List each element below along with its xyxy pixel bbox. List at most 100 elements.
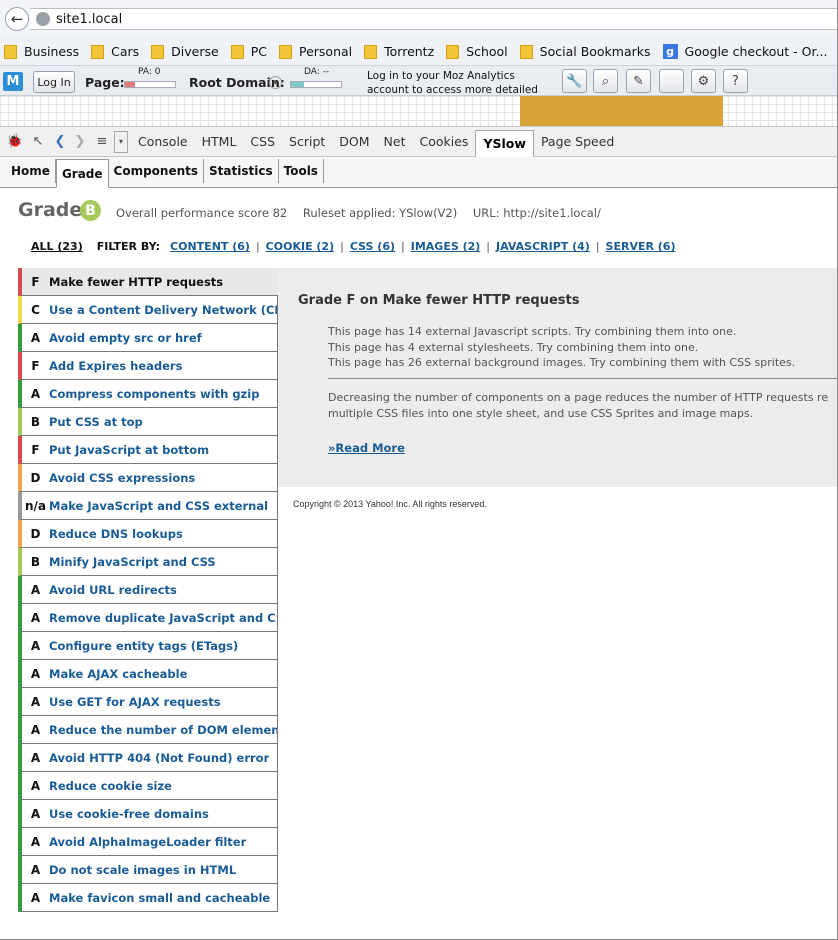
rule-row[interactable]: A Configure entity tags (ETags) [18, 632, 278, 660]
rule-row[interactable]: A Make favicon small and cacheable [18, 884, 278, 912]
rule-title[interactable]: Add Expires headers [49, 359, 182, 373]
rule-row[interactable]: A Reduce cookie size [18, 772, 278, 800]
bookmark-item[interactable]: Personal [278, 44, 352, 59]
help-icon[interactable]: ? [723, 69, 748, 93]
bookmark-item[interactable]: Diverse [151, 44, 219, 59]
rule-title[interactable]: Use cookie-free domains [49, 807, 209, 821]
rule-row[interactable]: A Use GET for AJAX requests [18, 688, 278, 716]
firebug-tab-html[interactable]: HTML [195, 130, 244, 154]
rule-title[interactable]: Minify JavaScript and CSS [49, 555, 216, 569]
rule-title[interactable]: Put CSS at top [49, 415, 143, 429]
bookmark-item[interactable]: Business [4, 44, 79, 59]
globe-icon [36, 12, 50, 26]
rule-row[interactable]: n/a Make JavaScript and CSS external [18, 492, 278, 520]
magnifier-icon[interactable]: ⌕ [593, 69, 618, 93]
rule-title[interactable]: Reduce the number of DOM elements [49, 723, 277, 737]
rule-title[interactable]: Reduce cookie size [49, 779, 172, 793]
rule-row[interactable]: A Make AJAX cacheable [18, 660, 278, 688]
rule-grade: A [30, 722, 41, 737]
rule-row[interactable]: A Compress components with gzip [18, 380, 278, 408]
rule-title[interactable]: Reduce DNS lookups [49, 527, 183, 541]
rule-title[interactable]: Use GET for AJAX requests [49, 695, 221, 709]
dropdown-icon[interactable]: ▾ [114, 130, 128, 153]
firebug-bug-icon[interactable]: 🐞 [4, 134, 26, 149]
firebug-tab-console[interactable]: Console [131, 130, 195, 154]
rule-title[interactable]: Make JavaScript and CSS external [49, 499, 268, 513]
filter-link[interactable]: JAVASCRIPT (4) [496, 240, 590, 253]
rule-title[interactable]: Make favicon small and cacheable [49, 891, 270, 905]
yslow-tab-components[interactable]: Components [109, 159, 205, 183]
filter-link[interactable]: CONTENT (6) [170, 240, 250, 253]
firebug-tab-net[interactable]: Net [377, 130, 413, 154]
rule-title[interactable]: Use a Content Delivery Network (CDN) [49, 303, 277, 317]
read-more-link[interactable]: »Read More [328, 441, 405, 455]
bookmark-item[interactable]: Social Bookmarks [519, 44, 651, 59]
firebug-tab-css[interactable]: CSS [243, 130, 282, 154]
filter-link[interactable]: CSS (6) [350, 240, 395, 253]
chevron-down-icon[interactable]: ▾ [269, 76, 282, 89]
firebug-tab-script[interactable]: Script [282, 130, 332, 154]
yslow-tab-statistics[interactable]: Statistics [204, 159, 279, 183]
rule-title[interactable]: Do not scale images in HTML [49, 863, 236, 877]
rule-row[interactable]: F Put JavaScript at bottom [18, 436, 278, 464]
back-button[interactable]: ← [5, 7, 29, 31]
filter-link[interactable]: SERVER (6) [606, 240, 676, 253]
rule-row[interactable]: A Reduce the number of DOM elements [18, 716, 278, 744]
rule-row[interactable]: A Avoid AlphaImageLoader filter [18, 828, 278, 856]
grade-badge: B [80, 200, 101, 221]
rule-title[interactable]: Avoid HTTP 404 (Not Found) error [49, 751, 269, 765]
gear-icon[interactable]: ⚙ [691, 69, 716, 93]
filter-link[interactable]: IMAGES (2) [411, 240, 481, 253]
yslow-tab-tools[interactable]: Tools [279, 159, 324, 183]
rule-row[interactable]: A Do not scale images in HTML [18, 856, 278, 884]
filter-link[interactable]: COOKIE (2) [266, 240, 334, 253]
rule-row[interactable]: D Reduce DNS lookups [18, 520, 278, 548]
firebug-tab-page-speed[interactable]: Page Speed [534, 130, 621, 154]
bookmark-label: Torrentz [384, 44, 435, 59]
rule-row[interactable]: D Avoid CSS expressions [18, 464, 278, 492]
inspect-icon[interactable]: ↖ [26, 134, 50, 149]
bookmark-item[interactable]: g Google checkout - Or... [662, 44, 827, 59]
pencil-icon[interactable]: ✎ [626, 69, 651, 93]
bookmark-item[interactable]: Torrentz [364, 44, 434, 59]
rule-title[interactable]: Compress components with gzip [49, 387, 259, 401]
yslow-tab-grade[interactable]: Grade [55, 159, 109, 188]
address-field[interactable]: site1.local [30, 8, 837, 30]
bookmark-item[interactable]: PC [230, 44, 267, 59]
firebug-tab-yslow[interactable]: YSlow [475, 129, 534, 157]
rule-title[interactable]: Avoid empty src or href [49, 331, 202, 345]
blank-icon[interactable] [659, 69, 684, 93]
forward-arrow-icon[interactable]: ❯ [70, 134, 90, 149]
rule-row[interactable]: A Avoid HTTP 404 (Not Found) error [18, 744, 278, 772]
back-arrow-icon[interactable]: ❮ [50, 134, 70, 149]
moz-logo-icon[interactable]: M [3, 72, 23, 91]
rule-row[interactable]: F Add Expires headers [18, 352, 278, 380]
login-button[interactable]: Log In [33, 71, 75, 93]
bookmark-item[interactable]: School [446, 44, 508, 59]
firebug-tab-dom[interactable]: DOM [332, 130, 376, 154]
url-text[interactable]: site1.local [56, 12, 122, 27]
menu-icon[interactable]: ≡ [90, 134, 114, 149]
rule-title[interactable]: Make AJAX cacheable [49, 667, 187, 681]
rule-row[interactable]: A Use cookie-free domains [18, 800, 278, 828]
rule-row[interactable]: A Avoid URL redirects [18, 576, 278, 604]
rule-title[interactable]: Avoid URL redirects [49, 583, 177, 597]
rule-row[interactable]: C Use a Content Delivery Network (CDN) [18, 296, 278, 324]
rule-title[interactable]: Make fewer HTTP requests [49, 275, 223, 289]
firebug-tab-cookies[interactable]: Cookies [413, 130, 476, 154]
rule-row[interactable]: F Make fewer HTTP requests [18, 268, 278, 296]
rule-title[interactable]: Put JavaScript at bottom [49, 443, 209, 457]
rule-row[interactable]: A Remove duplicate JavaScript and CSS [18, 604, 278, 632]
rule-grade: D [30, 470, 41, 485]
filter-all[interactable]: ALL (23) [31, 240, 83, 253]
wrench-icon[interactable]: 🔧 [562, 69, 587, 93]
rule-row[interactable]: A Avoid empty src or href [18, 324, 278, 352]
rule-title[interactable]: Avoid CSS expressions [49, 471, 195, 485]
rule-title[interactable]: Configure entity tags (ETags) [49, 639, 238, 653]
rule-row[interactable]: B Put CSS at top [18, 408, 278, 436]
rule-title[interactable]: Remove duplicate JavaScript and CSS [49, 611, 277, 625]
rule-row[interactable]: B Minify JavaScript and CSS [18, 548, 278, 576]
rule-title[interactable]: Avoid AlphaImageLoader filter [49, 835, 246, 849]
yslow-tab-home[interactable]: Home [6, 159, 56, 183]
bookmark-item[interactable]: Cars [91, 44, 139, 59]
